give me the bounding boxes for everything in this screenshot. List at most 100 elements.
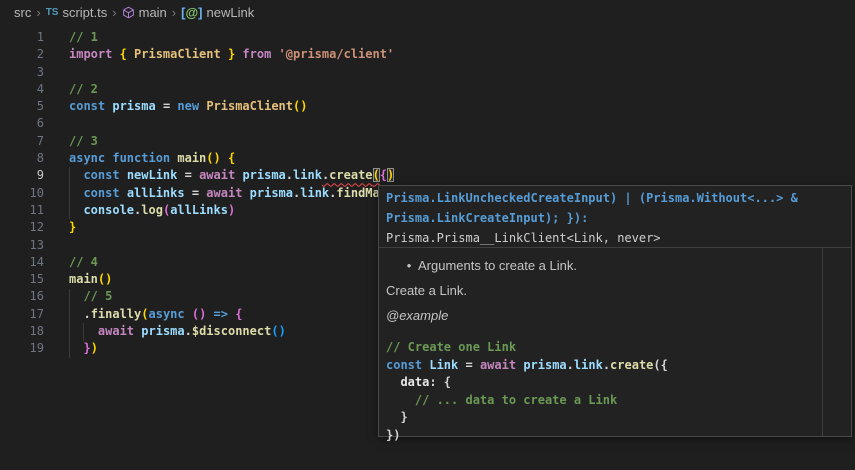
breadcrumb-label: newLink: [207, 5, 255, 20]
code-token: '@prisma/client': [279, 47, 395, 61]
popup-code-line: }): [386, 427, 851, 445]
line-number[interactable]: 6: [0, 115, 44, 132]
code-token: Prisma.LinkCreateInput); }):: [386, 211, 588, 225]
code-token: (: [141, 307, 148, 321]
breadcrumb-item-src[interactable]: src: [14, 5, 31, 20]
code-token: allLinks: [127, 186, 185, 200]
line-number[interactable]: 10: [0, 185, 44, 202]
code-token: newLink: [127, 168, 178, 182]
code-token: (): [271, 324, 285, 338]
code-token: {: [235, 307, 242, 321]
code-line-9[interactable]: 9 const newLink = await prisma.link.crea…: [0, 167, 855, 184]
code-token: import: [69, 47, 120, 61]
line-number[interactable]: 15: [0, 271, 44, 288]
line-number[interactable]: 1: [0, 29, 44, 46]
code-token: [69, 341, 83, 355]
code-token: }): [386, 428, 400, 442]
line-number[interactable]: 17: [0, 306, 44, 323]
code-line-7[interactable]: 7 // 3: [0, 133, 855, 150]
breadcrumb-label: main: [139, 5, 167, 20]
code-token: {: [228, 151, 235, 165]
signature-line: Prisma.LinkCreateInput); }):: [386, 208, 844, 228]
typescript-icon: TS: [46, 7, 59, 18]
breadcrumb-item-newLink[interactable]: [@]newLink: [181, 5, 254, 20]
code-token: =: [177, 168, 199, 182]
code-token: data: [400, 375, 429, 389]
code-line-3[interactable]: 3: [0, 64, 855, 81]
code-token: (): [98, 272, 112, 286]
code-token: [185, 307, 192, 321]
line-content: .finally(async () => {: [69, 306, 242, 323]
code-token: {: [120, 47, 134, 61]
line-number[interactable]: 12: [0, 219, 44, 236]
code-token: [69, 307, 83, 321]
line-number[interactable]: 3: [0, 64, 44, 81]
code-token: (): [192, 307, 206, 321]
line-number[interactable]: 7: [0, 133, 44, 150]
line-number[interactable]: 11: [0, 202, 44, 219]
line-content: await prisma.$disconnect(): [69, 323, 286, 340]
code-token: // Create one Link: [386, 340, 516, 354]
line-content: }: [69, 219, 76, 236]
line-number[interactable]: 16: [0, 288, 44, 305]
line-number[interactable]: 4: [0, 81, 44, 98]
code-line-8[interactable]: 8 async function main() {: [0, 150, 855, 167]
code-token: // ... data to create a Link: [415, 393, 617, 407]
line-number[interactable]: 19: [0, 340, 44, 357]
breadcrumb-label: script.ts: [62, 5, 107, 20]
code-token: main: [177, 151, 206, 165]
line-number[interactable]: 13: [0, 237, 44, 254]
line-number[interactable]: 2: [0, 46, 44, 63]
line-content: const prisma = new PrismaClient(): [69, 98, 307, 115]
code-token: allLinks: [170, 203, 228, 217]
code-token: [206, 307, 213, 321]
code-token: {: [380, 168, 387, 182]
code-token: // 1: [69, 30, 98, 44]
code-token: ): [228, 203, 235, 217]
code-token: console: [83, 203, 134, 217]
code-token: prisma: [141, 324, 184, 338]
line-content: async function main() {: [69, 150, 235, 167]
line-number[interactable]: 9: [0, 167, 44, 184]
code-line-6[interactable]: 6: [0, 115, 855, 132]
code-token: link: [574, 358, 603, 372]
symbol-function-icon: [122, 6, 135, 19]
code-token: link: [300, 186, 329, 200]
code-line-4[interactable]: 4// 2: [0, 81, 855, 98]
code-token: (): [206, 151, 220, 165]
line-number[interactable]: 14: [0, 254, 44, 271]
code-token: create: [329, 168, 372, 182]
line-content: // 4: [69, 254, 98, 271]
hover-docs: • Arguments to create a Link. Create a L…: [379, 248, 822, 337]
hover-popup: Prisma.LinkUncheckedCreateInput) | (Pris…: [378, 185, 852, 437]
code-token: PrismaClient: [206, 99, 293, 113]
code-token: [69, 203, 83, 217]
breadcrumb-item-script.ts[interactable]: TSscript.ts: [46, 5, 108, 20]
code-token: [386, 375, 400, 389]
code-token: Prisma.LinkUncheckedCreateInput) | (Pris…: [386, 191, 798, 205]
code-token: // 3: [69, 134, 98, 148]
popup-code-line: // Create one Link: [386, 339, 851, 357]
code-token: prisma: [112, 99, 155, 113]
code-token: }: [221, 47, 243, 61]
line-number[interactable]: 8: [0, 150, 44, 167]
signature-line: Prisma.LinkUncheckedCreateInput) | (Pris…: [386, 188, 844, 208]
code-line-5[interactable]: 5 const prisma = new PrismaClient(): [0, 98, 855, 115]
code-token: }: [83, 341, 90, 355]
breadcrumb-item-main[interactable]: main: [122, 5, 167, 20]
line-content: import { PrismaClient } from '@prisma/cl…: [69, 46, 394, 63]
line-number[interactable]: 18: [0, 323, 44, 340]
code-token: const: [69, 99, 112, 113]
code-token: ): [91, 341, 98, 355]
code-token: [386, 393, 415, 407]
code-token: [221, 151, 228, 165]
code-line-2[interactable]: 2 import { PrismaClient } from '@prisma/c…: [0, 46, 855, 63]
code-line-1[interactable]: 1 // 1: [0, 29, 855, 46]
line-number[interactable]: 5: [0, 98, 44, 115]
line-content: // 3: [69, 133, 98, 150]
code-token: }: [69, 220, 76, 234]
code-token: await: [199, 168, 242, 182]
hover-description: Create a Link.: [386, 283, 814, 298]
breadcrumb: src›TSscript.ts›main›[@]newLink: [0, 0, 855, 24]
popup-code-line: // ... data to create a Link: [386, 392, 851, 410]
